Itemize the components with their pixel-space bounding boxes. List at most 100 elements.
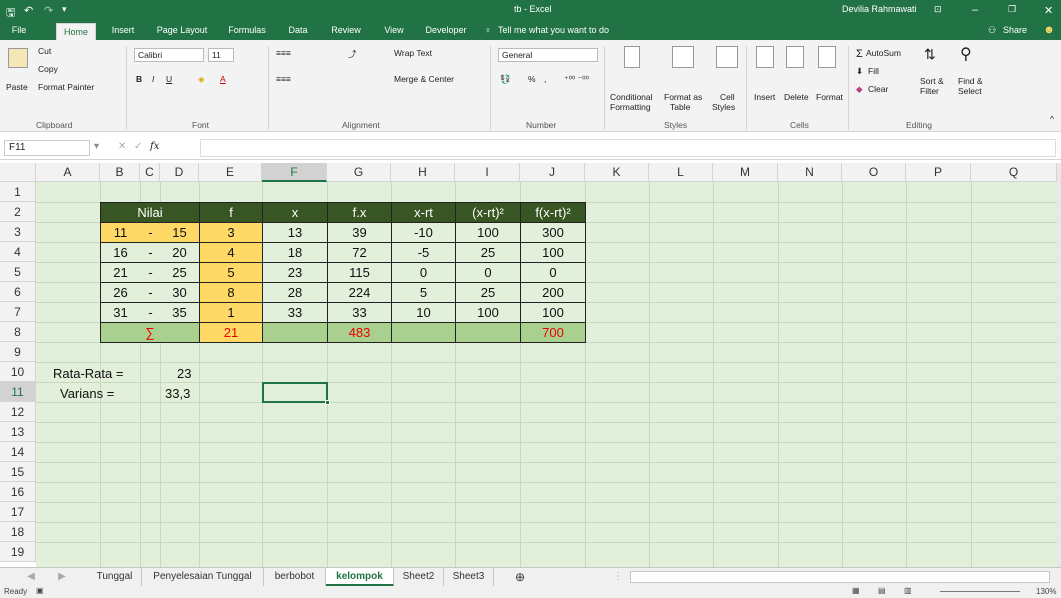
- cancel-icon[interactable]: ✕: [118, 141, 126, 152]
- column-header[interactable]: F: [262, 163, 327, 182]
- row-header[interactable]: 17: [0, 502, 36, 522]
- tab-file[interactable]: File: [8, 20, 30, 40]
- cell-sq[interactable]: 0: [455, 262, 521, 283]
- column-header[interactable]: L: [649, 163, 713, 182]
- cell-xrt[interactable]: 0: [391, 262, 456, 283]
- close-icon[interactable]: ✕: [1044, 4, 1053, 17]
- cell-hi[interactable]: 30: [160, 282, 200, 303]
- restore-icon[interactable]: ❐: [1008, 4, 1016, 15]
- cell-lo[interactable]: 11: [100, 222, 141, 243]
- user-name[interactable]: Devilia Rahmawati: [842, 4, 917, 14]
- cell-xrt[interactable]: -10: [391, 222, 456, 243]
- autosum-icon[interactable]: Σ: [856, 48, 863, 60]
- function-icon[interactable]: fx: [150, 141, 159, 152]
- sum-fsq-cell[interactable]: 700: [520, 322, 586, 343]
- cell-x[interactable]: 13: [262, 222, 328, 243]
- row-header[interactable]: 6: [0, 282, 36, 302]
- row-header[interactable]: 18: [0, 522, 36, 542]
- header-cell-sq[interactable]: (x-rt)²: [455, 202, 521, 223]
- sum-f-cell[interactable]: 21: [199, 322, 263, 343]
- fill-icon[interactable]: ⬇: [856, 66, 863, 77]
- cell-lo[interactable]: 21: [100, 262, 141, 283]
- cell-fx[interactable]: 33: [327, 302, 392, 323]
- row-header[interactable]: 2: [0, 202, 36, 222]
- cell-xrt[interactable]: 10: [391, 302, 456, 323]
- undo-icon[interactable]: ↶: [24, 4, 33, 17]
- cell-fx[interactable]: 115: [327, 262, 392, 283]
- cell-dash[interactable]: -: [140, 302, 161, 323]
- comma-button[interactable]: ,: [544, 74, 546, 84]
- column-header[interactable]: D: [160, 163, 199, 182]
- varians-label[interactable]: Varians =: [60, 386, 114, 401]
- cell-fsq[interactable]: 300: [520, 222, 586, 243]
- sort-filter-label[interactable]: Sort &: [920, 76, 944, 86]
- name-box[interactable]: F11: [4, 140, 90, 156]
- wrap-text-button[interactable]: Wrap Text: [394, 48, 432, 58]
- header-cell-nilai[interactable]: Nilai: [100, 202, 200, 223]
- column-header[interactable]: C: [140, 163, 160, 182]
- column-header[interactable]: E: [199, 163, 262, 182]
- zoom-level[interactable]: 130%: [1036, 587, 1056, 596]
- cell-sq[interactable]: 25: [455, 282, 521, 303]
- delete-cells-icon[interactable]: [786, 46, 804, 68]
- row-header[interactable]: 14: [0, 442, 36, 462]
- share-button[interactable]: Share: [1000, 20, 1030, 40]
- row-header[interactable]: 12: [0, 402, 36, 422]
- cell-x[interactable]: 18: [262, 242, 328, 263]
- sum-xrt-cell[interactable]: [391, 322, 456, 343]
- italic-button[interactable]: I: [152, 74, 154, 84]
- format-cells-button[interactable]: Format: [816, 92, 843, 102]
- column-header[interactable]: H: [391, 163, 455, 182]
- autosum-button[interactable]: AutoSum: [866, 48, 901, 58]
- column-header[interactable]: M: [713, 163, 778, 182]
- smiley-icon[interactable]: ☻: [1042, 20, 1056, 40]
- tab-home[interactable]: Home: [56, 23, 96, 40]
- page-layout-view-icon[interactable]: ▤: [878, 586, 886, 595]
- bold-button[interactable]: B: [136, 74, 142, 84]
- add-sheet-icon[interactable]: ⊕: [508, 568, 532, 586]
- cell-sq[interactable]: 100: [455, 302, 521, 323]
- ribbon-display-icon[interactable]: ⊡: [934, 4, 942, 15]
- conditional-formatting-label[interactable]: Conditional: [610, 92, 653, 102]
- sum-fx-cell[interactable]: 483: [327, 322, 392, 343]
- clear-button[interactable]: Clear: [868, 84, 888, 94]
- cell-x[interactable]: 28: [262, 282, 328, 303]
- font-name-select[interactable]: Calibri: [134, 48, 204, 62]
- format-as-table-label[interactable]: Format as: [664, 92, 702, 102]
- column-header[interactable]: O: [842, 163, 906, 182]
- row-header[interactable]: 15: [0, 462, 36, 482]
- row-header[interactable]: 16: [0, 482, 36, 502]
- enter-icon[interactable]: ✓: [134, 141, 142, 152]
- row-header[interactable]: 4: [0, 242, 36, 262]
- column-header[interactable]: J: [520, 163, 585, 182]
- cell-fsq[interactable]: 100: [520, 242, 586, 263]
- minimize-icon[interactable]: –: [972, 4, 978, 16]
- insert-cells-icon[interactable]: [756, 46, 774, 68]
- format-as-table-label-2[interactable]: Table: [670, 102, 690, 112]
- cell-f[interactable]: 3: [199, 222, 263, 243]
- tab-formulas[interactable]: Formulas: [224, 20, 270, 40]
- find-select-label[interactable]: Find &: [958, 76, 983, 86]
- sheet-tab-berbobot[interactable]: berbobot: [264, 568, 326, 586]
- column-header[interactable]: A: [36, 163, 100, 182]
- sum-sq-cell[interactable]: [455, 322, 521, 343]
- tab-review[interactable]: Review: [326, 20, 366, 40]
- cell-lo[interactable]: 31: [100, 302, 141, 323]
- tab-page-layout[interactable]: Page Layout: [152, 20, 212, 40]
- copy-button[interactable]: Copy: [38, 64, 58, 74]
- cell-f[interactable]: 8: [199, 282, 263, 303]
- cell-styles-label-2[interactable]: Styles: [712, 102, 735, 112]
- varians-value[interactable]: 33,3: [165, 386, 190, 401]
- sheet-tab-sheet3[interactable]: Sheet3: [444, 568, 494, 586]
- format-painter-button[interactable]: Format Painter: [38, 82, 94, 92]
- column-header[interactable]: I: [455, 163, 520, 182]
- find-select-icon[interactable]: ⚲: [960, 44, 972, 64]
- cell-dash[interactable]: -: [140, 242, 161, 263]
- cell-hi[interactable]: 15: [160, 222, 200, 243]
- sheet-tab-kelompok[interactable]: kelompok: [326, 568, 394, 586]
- row-header[interactable]: 9: [0, 342, 36, 362]
- paste-button[interactable]: Paste: [6, 82, 28, 92]
- cell-sq[interactable]: 25: [455, 242, 521, 263]
- insert-cells-button[interactable]: Insert: [754, 92, 775, 102]
- sort-filter-icon[interactable]: ⇅: [924, 46, 936, 63]
